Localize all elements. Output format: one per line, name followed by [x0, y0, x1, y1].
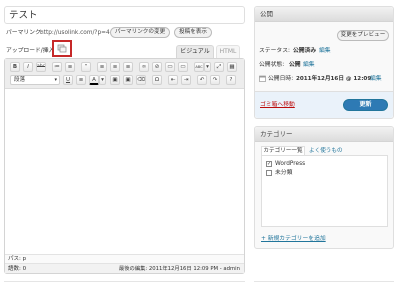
status-edit-link[interactable]: 編集	[319, 47, 331, 55]
category-checklist: ✓ WordPress 未分類	[261, 155, 388, 227]
status-label: ステータス:	[259, 48, 290, 54]
unlink-button[interactable]: ⊘	[152, 62, 162, 72]
remove-format-button[interactable]: ⌫	[136, 75, 146, 85]
text-color-dropdown[interactable]: ▾	[99, 75, 106, 85]
upload-insert-label: アップロード/挿入	[6, 48, 55, 54]
fullscreen-toggle-button[interactable]: ▭	[178, 62, 188, 72]
category-panel-title[interactable]: カテゴリー	[255, 127, 393, 142]
spellcheck-dropdown[interactable]: ▾	[204, 62, 211, 72]
editor-box: B I abc ≔ ≡ “ ≡ ≡ ≡ ∞ ⊘ ▭ ▭ ABC ▾ ⤢ ▦ 段落…	[4, 58, 245, 274]
underline-button[interactable]: U	[63, 75, 73, 85]
add-new-category-link[interactable]: + 新規カテゴリーを追加	[261, 235, 326, 243]
update-button-label: 更新	[359, 101, 372, 108]
tab-all-categories-label: カテゴリー一覧	[263, 148, 303, 154]
category-item-uncategorized[interactable]: 未分類	[266, 169, 376, 177]
visibility-label: 公開状態:	[259, 62, 285, 68]
publish-date-edit-link[interactable]: 編集	[370, 75, 382, 83]
spellcheck-button[interactable]: ABC	[194, 62, 204, 72]
outdent-button[interactable]: ⇤	[168, 75, 178, 85]
help-button[interactable]: ?	[226, 75, 236, 85]
paste-text-button[interactable]: ▣	[110, 75, 120, 85]
category-checkbox-uncategorized[interactable]	[266, 170, 272, 176]
bottom-divider-right	[254, 281, 394, 282]
status-value: 公開済み	[293, 48, 317, 54]
permalink-label: パーマリンク:	[6, 30, 43, 36]
insert-more-button[interactable]: ▭	[165, 62, 175, 72]
category-label-uncategorized: 未分類	[275, 170, 293, 176]
publish-date-label: 公開日時:	[268, 76, 294, 82]
format-select-value: 段落	[14, 77, 26, 83]
align-center-button[interactable]: ≡	[110, 62, 120, 72]
tab-visual[interactable]: ビジュアル	[176, 45, 214, 58]
category-label-wordpress: WordPress	[275, 161, 306, 167]
special-char-button[interactable]: Ω	[152, 75, 162, 85]
editor-content-area[interactable]	[5, 89, 244, 254]
editor-path-bar: パス: p	[5, 254, 244, 263]
category-panel: カテゴリー カテゴリー一覧 よく使うもの ✓ WordPress 未分類 + 新…	[254, 126, 394, 249]
move-to-trash-link[interactable]: ゴミ箱へ移動	[260, 101, 295, 109]
format-select[interactable]: 段落 ▾	[10, 75, 60, 85]
publish-date-value: 2011年12月16日 @ 12:09	[296, 76, 372, 82]
text-color-button[interactable]: A	[89, 75, 99, 85]
update-button[interactable]: 更新	[343, 99, 388, 111]
bullet-list-button[interactable]: ≔	[52, 62, 62, 72]
justify-button[interactable]: ≡	[76, 75, 86, 85]
permalink-url[interactable]: http://usolink.com/?p=4	[40, 29, 110, 37]
bold-button[interactable]: B	[10, 62, 20, 72]
undo-button[interactable]: ↶	[197, 75, 207, 85]
indent-button[interactable]: ⇥	[181, 75, 191, 85]
tab-html-label: HTML	[219, 48, 237, 55]
insert-link-button[interactable]: ∞	[139, 62, 149, 72]
strikethrough-button[interactable]: abc	[36, 62, 46, 72]
preview-changes-button[interactable]: 変更をプレビュー	[337, 30, 389, 41]
tab-html[interactable]: HTML	[216, 45, 240, 58]
paste-word-button[interactable]: ▣	[123, 75, 133, 85]
last-edited: 最後の編集: 2011年12月16日 12:09 PM - admin	[118, 266, 240, 272]
align-right-button[interactable]: ≡	[123, 62, 133, 72]
fullscreen-button[interactable]: ⤢	[214, 62, 224, 72]
add-media-icon[interactable]	[57, 44, 67, 53]
bottom-divider	[4, 281, 245, 282]
calendar-icon	[259, 75, 266, 82]
visibility-edit-link[interactable]: 編集	[303, 61, 315, 69]
chevron-down-icon: ▾	[54, 77, 57, 83]
numbered-list-button[interactable]: ≡	[65, 62, 75, 72]
blockquote-button[interactable]: “	[81, 62, 91, 72]
publish-panel-title[interactable]: 公開	[255, 7, 393, 22]
post-title-text: テスト	[9, 10, 38, 21]
view-post-button[interactable]: 投稿を表示	[174, 27, 212, 38]
tab-popular-categories[interactable]: よく使うもの	[309, 147, 343, 155]
post-title-input[interactable]: テスト	[4, 6, 245, 24]
visibility-value: 公開	[289, 62, 301, 68]
add-media-highlight	[52, 40, 72, 57]
category-item-wordpress[interactable]: ✓ WordPress	[266, 160, 376, 168]
redo-button[interactable]: ↷	[210, 75, 220, 85]
category-checkbox-wordpress[interactable]: ✓	[266, 161, 272, 167]
publish-actions: ゴミ箱へ移動 更新	[255, 91, 393, 118]
italic-button[interactable]: I	[23, 62, 33, 72]
word-count: 語数: 0	[8, 266, 27, 272]
align-left-button[interactable]: ≡	[97, 62, 107, 72]
tab-visual-label: ビジュアル	[180, 48, 210, 55]
change-permalink-button[interactable]: パーマリンクの変更	[110, 27, 170, 38]
editor-status-bar: 語数: 0 最後の編集: 2011年12月16日 12:09 PM - admi…	[5, 263, 244, 273]
publish-panel: 公開 変更をプレビュー ステータス: 公開済み 編集 公開状態: 公開 編集 公…	[254, 6, 394, 119]
kitchen-sink-button[interactable]: ▦	[227, 62, 237, 72]
editor-path-label: パス: p	[8, 256, 27, 262]
